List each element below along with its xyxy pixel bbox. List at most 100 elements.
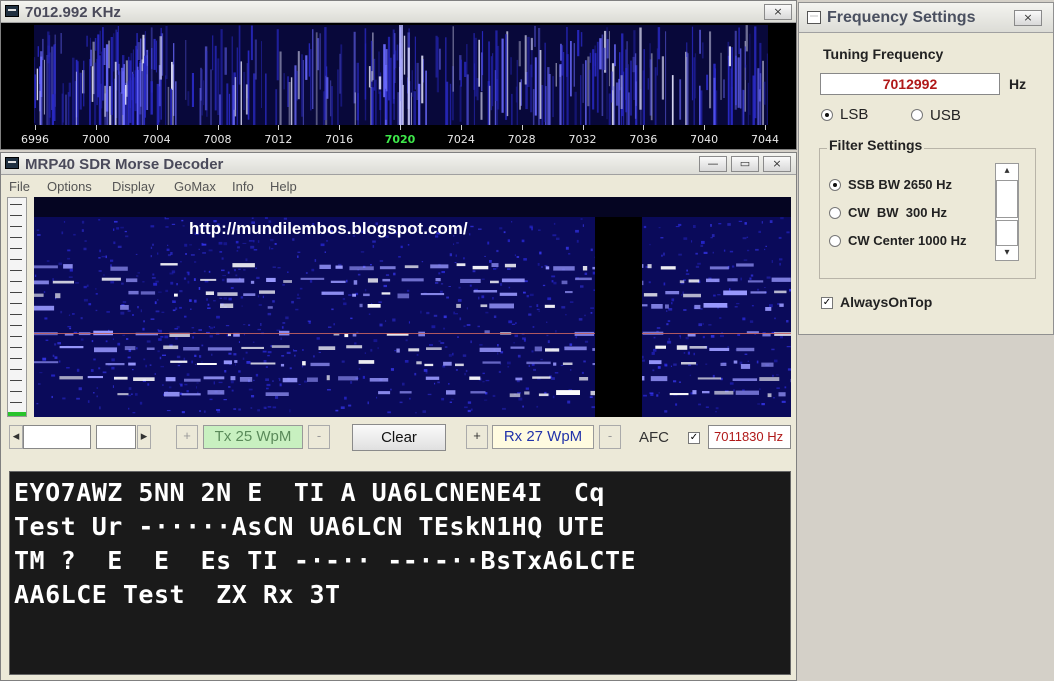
spectrum-streak — [460, 59, 462, 87]
waterfall-noise — [160, 365, 164, 368]
decoded-text-panel[interactable]: EYO7AWZ 5NN 2N E TI A UA6LCNENE4I Cq Tes… — [9, 471, 791, 675]
waterfall-noise — [225, 325, 230, 327]
close-button[interactable]: × — [764, 4, 792, 20]
morse-signal — [55, 293, 61, 299]
rx-speed-plus-button[interactable]: + — [466, 425, 488, 449]
spectrum-streak — [411, 70, 413, 97]
afc-checkbox[interactable]: ✓ — [688, 432, 700, 444]
cw-center-radio[interactable] — [829, 235, 841, 247]
spectrum-streak — [240, 61, 242, 125]
scroll-thumb[interactable] — [996, 180, 1018, 218]
waterfall-noise — [698, 403, 701, 406]
menu-gomax[interactable]: GoMax — [174, 179, 216, 194]
waterfall-noise — [755, 248, 759, 251]
lsb-radio[interactable] — [821, 109, 833, 121]
waterfall-noise — [749, 320, 754, 323]
morse-signal — [553, 266, 575, 271]
waterfall-noise — [408, 321, 410, 324]
scroll-track[interactable] — [23, 425, 91, 449]
decoded-line: EYO7AWZ 5NN 2N E TI A UA6LCNENE4I Cq — [14, 478, 605, 507]
usb-radio[interactable] — [911, 109, 923, 121]
spectrum-streak — [254, 39, 257, 80]
close-button[interactable]: × — [1014, 10, 1042, 26]
spectrum-streak — [464, 61, 467, 77]
morse-signal — [774, 332, 791, 336]
menu-options[interactable]: Options — [47, 179, 92, 194]
axis-tick — [643, 125, 645, 130]
filter-scrollbar[interactable]: ▴ ▾ — [995, 163, 1019, 261]
axis-tick-label: 7000 — [81, 133, 110, 146]
spectrum-streak — [601, 34, 604, 116]
waterfall-gap — [595, 197, 642, 417]
menu-file[interactable]: File — [9, 179, 30, 194]
morse-signal — [128, 290, 139, 295]
scroll-up-icon[interactable]: ▴ — [996, 164, 1018, 178]
minimize-button[interactable]: — — [699, 156, 727, 172]
waterfall-noise — [45, 339, 49, 341]
waterfall-noise — [536, 304, 539, 307]
waterfall-noise — [569, 343, 573, 346]
morse-signal — [140, 291, 156, 295]
waterfall-noise — [567, 400, 571, 404]
morse-signal — [480, 304, 488, 308]
close-button[interactable]: × — [763, 156, 791, 172]
morse-signal — [706, 278, 720, 283]
waterfall-noise — [120, 311, 125, 315]
spectrum-streak — [191, 73, 194, 107]
tx-speed-plus-button[interactable]: + — [176, 425, 198, 449]
afc-frequency-field[interactable]: 7011830 Hz — [708, 425, 791, 449]
waterfall-noise — [44, 317, 48, 320]
scroll-track[interactable] — [996, 220, 1018, 246]
waterfall-noise — [358, 368, 361, 370]
spectrum-titlebar[interactable]: 7012.992 KHz × — [1, 1, 796, 23]
spectrum-streak — [701, 42, 704, 59]
waterfall-noise — [304, 380, 308, 383]
menu-help[interactable]: Help — [270, 179, 297, 194]
waterfall-noise — [666, 310, 668, 312]
always-on-top-checkbox[interactable]: ✓ — [821, 297, 833, 309]
spectrum-streak — [393, 69, 395, 120]
waterfall-noise — [455, 254, 457, 257]
waterfall-noise — [280, 337, 282, 340]
tx-speed-minus-button[interactable]: - — [308, 425, 330, 449]
scroll-left-button[interactable]: ◂ — [9, 425, 23, 449]
morse-signal — [105, 363, 125, 366]
spectrum-streak — [720, 52, 722, 100]
decoder-titlebar[interactable]: MRP40 SDR Morse Decoder — ▭ × — [1, 153, 796, 175]
waterfall-noise — [731, 265, 735, 268]
scroll-right-button[interactable]: ▸ — [137, 425, 151, 449]
waterfall-noise — [673, 363, 677, 366]
spectrum-streak — [615, 82, 619, 106]
spectrum-streak — [632, 56, 635, 73]
spectrum-streak — [588, 69, 591, 125]
spectrum-waterfall[interactable] — [34, 25, 768, 125]
waterfall-noise — [186, 373, 190, 376]
app-icon — [5, 5, 19, 17]
menu-info[interactable]: Info — [232, 179, 254, 194]
waterfall-noise — [252, 341, 255, 343]
waterfall-noise — [96, 387, 98, 389]
decoder-waterfall[interactable]: http://mundilembos.blogspot.com/ — [34, 197, 791, 417]
cw-bw-radio[interactable] — [829, 207, 841, 219]
morse-signal — [34, 265, 58, 269]
maximize-button[interactable]: ▭ — [731, 156, 759, 172]
spectrum-streak — [159, 36, 162, 80]
waterfall-noise — [781, 400, 786, 403]
freq-titlebar[interactable]: Frequency Settings × — [799, 3, 1053, 33]
waterfall-noise — [80, 317, 83, 320]
waterfall-noise — [223, 297, 227, 300]
scroll-down-icon[interactable]: ▾ — [996, 246, 1018, 260]
lsb-label: LSB — [840, 106, 869, 123]
clear-button[interactable]: Clear — [352, 424, 446, 451]
waterfall-noise — [221, 278, 225, 282]
waterfall-noise — [333, 323, 335, 326]
tuning-frequency-input[interactable]: 7012992 — [820, 73, 1000, 95]
ssb-bw-radio[interactable] — [829, 179, 841, 191]
rx-speed-minus-button[interactable]: - — [599, 425, 621, 449]
menu-display[interactable]: Display — [112, 179, 155, 194]
waterfall-noise — [127, 309, 131, 312]
spectrum-streak — [539, 50, 542, 119]
waterfall-noise — [757, 403, 761, 405]
waterfall-noise — [584, 340, 589, 343]
scroll-thumb[interactable] — [96, 425, 136, 449]
